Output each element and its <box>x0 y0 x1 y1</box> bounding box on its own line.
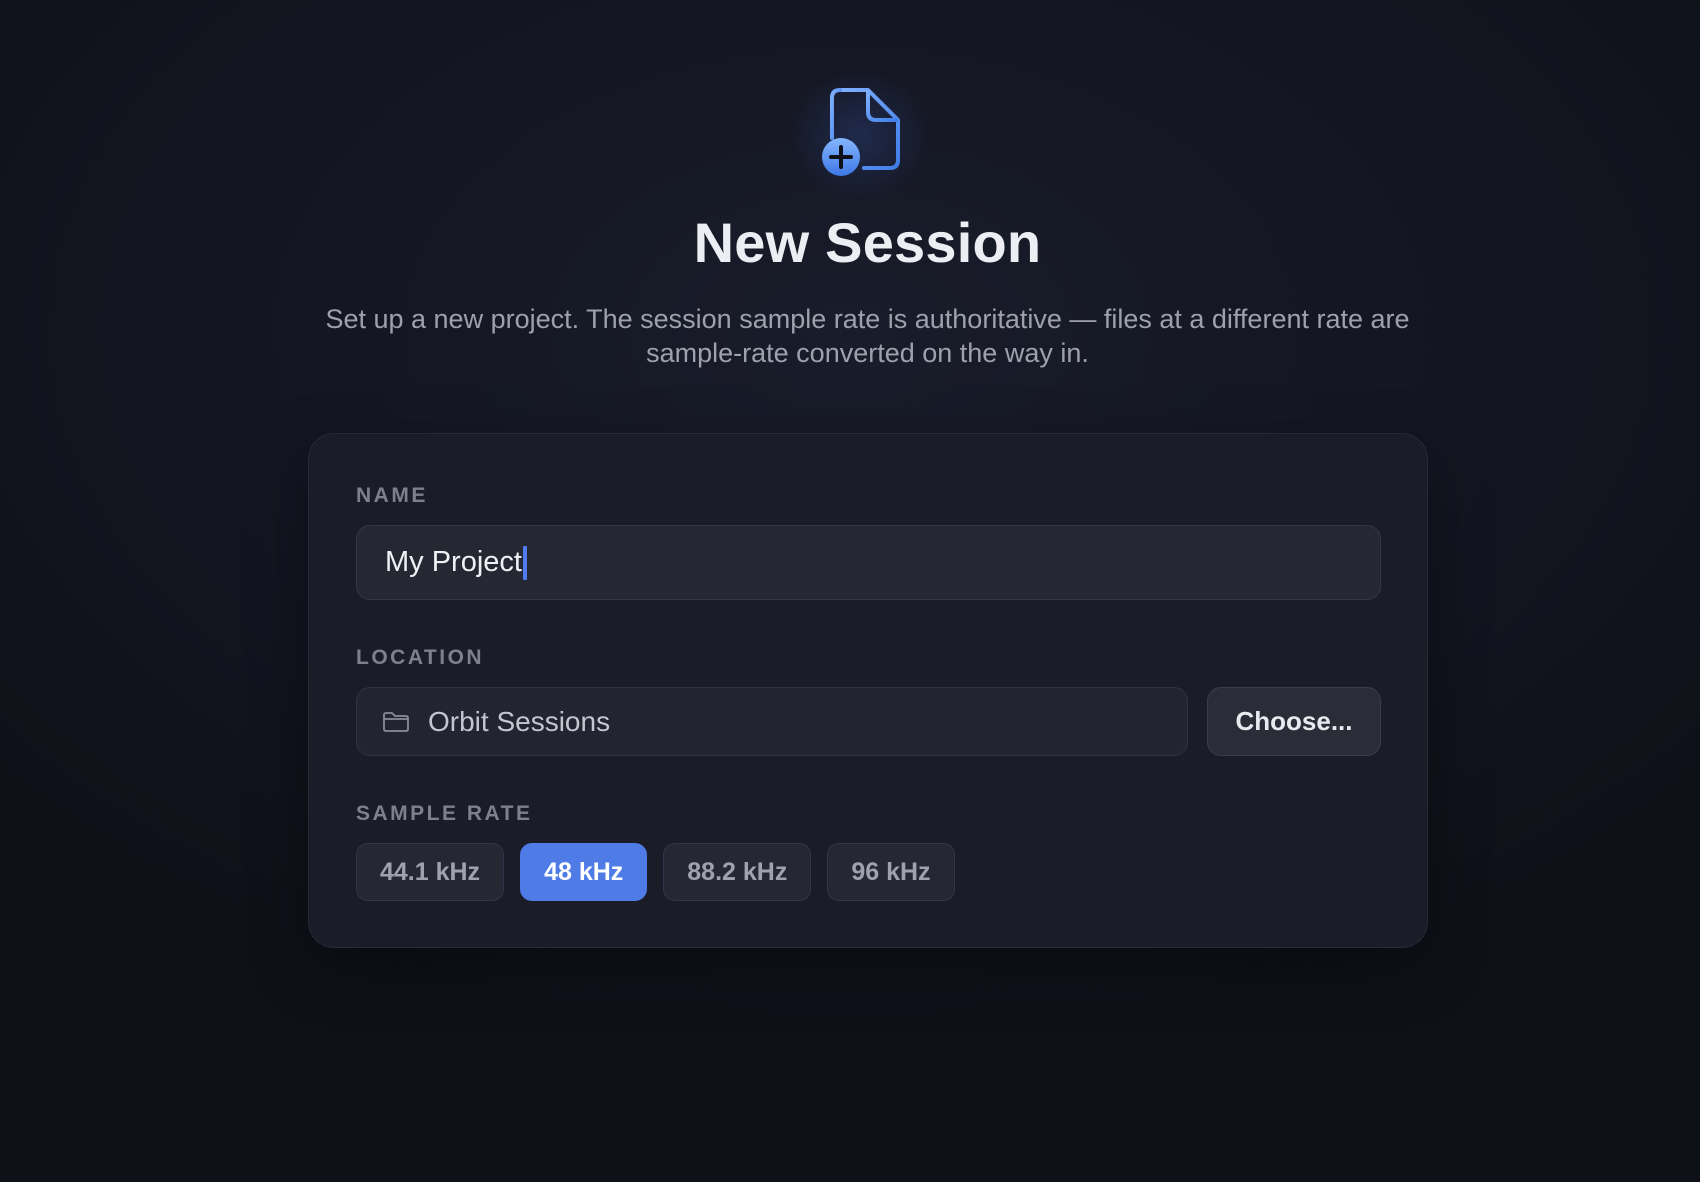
sample-rate-option-88-2[interactable]: 88.2 kHz <box>663 843 812 901</box>
name-input-value: My Project <box>385 546 522 578</box>
sample-rate-option-44-1[interactable]: 44.1 kHz <box>356 843 505 901</box>
sample-rate-option-96[interactable]: 96 kHz <box>827 843 955 901</box>
document-add-icon <box>818 86 904 178</box>
location-value: Orbit Sessions <box>428 705 611 737</box>
sample-rate-label: SAMPLE RATE <box>356 802 533 825</box>
choose-location-button[interactable]: Choose... <box>1207 687 1381 756</box>
location-label: LOCATION <box>356 646 485 669</box>
sample-rate-option-48[interactable]: 48 kHz <box>520 843 648 901</box>
sample-rate-options: 44.1 kHz 48 kHz 88.2 kHz 96 kHz <box>356 843 955 901</box>
session-form-card: NAME My Project LOCATION Orbit Sessions … <box>308 433 1428 948</box>
folder-icon <box>383 711 409 732</box>
name-label: NAME <box>356 484 428 507</box>
name-input[interactable]: My Project <box>356 525 1381 600</box>
page-subtitle: Set up a new project. The session sample… <box>325 304 1410 368</box>
page-title: New Session <box>693 211 1042 274</box>
text-caret <box>522 545 527 580</box>
location-field[interactable]: Orbit Sessions <box>356 687 1188 756</box>
